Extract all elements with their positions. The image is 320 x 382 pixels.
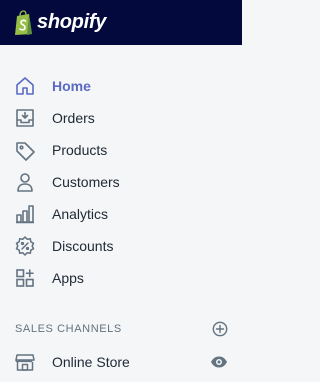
nav-item-apps[interactable]: Apps <box>0 262 242 294</box>
nav-item-customers[interactable]: Customers <box>0 166 242 198</box>
main-navigation: Home Orders Products Customers Analytics… <box>0 70 242 294</box>
apps-grid-icon <box>14 267 36 289</box>
storefront-icon <box>14 351 36 373</box>
tag-icon <box>14 139 36 161</box>
nav-item-label: Analytics <box>52 206 109 222</box>
shopify-bag-icon[interactable] <box>14 9 34 36</box>
add-circle-icon[interactable] <box>212 321 228 337</box>
nav-item-label: Customers <box>52 174 120 190</box>
bar-chart-icon <box>14 203 36 225</box>
discount-badge-icon <box>14 235 36 257</box>
nav-item-label: Apps <box>52 270 84 286</box>
sales-channels-header: SALES CHANNELS <box>0 318 242 340</box>
nav-item-label: Home <box>52 78 91 94</box>
section-title: SALES CHANNELS <box>15 323 122 335</box>
nav-item-label: Products <box>52 142 108 158</box>
top-bar: shopify <box>0 0 242 45</box>
nav-item-discounts[interactable]: Discounts <box>0 230 242 262</box>
orders-inbox-icon <box>14 107 36 129</box>
nav-item-analytics[interactable]: Analytics <box>0 198 242 230</box>
eye-icon[interactable] <box>210 353 228 371</box>
channel-online-store[interactable]: Online Store <box>0 346 242 378</box>
nav-item-label: Orders <box>52 110 95 126</box>
person-icon <box>14 171 36 193</box>
home-icon <box>14 75 36 97</box>
nav-item-label: Discounts <box>52 238 114 254</box>
nav-item-products[interactable]: Products <box>0 134 242 166</box>
nav-item-home[interactable]: Home <box>0 70 242 102</box>
channel-label: Online Store <box>52 354 130 370</box>
nav-item-orders[interactable]: Orders <box>0 102 242 134</box>
brand-wordmark[interactable]: shopify <box>37 11 106 34</box>
